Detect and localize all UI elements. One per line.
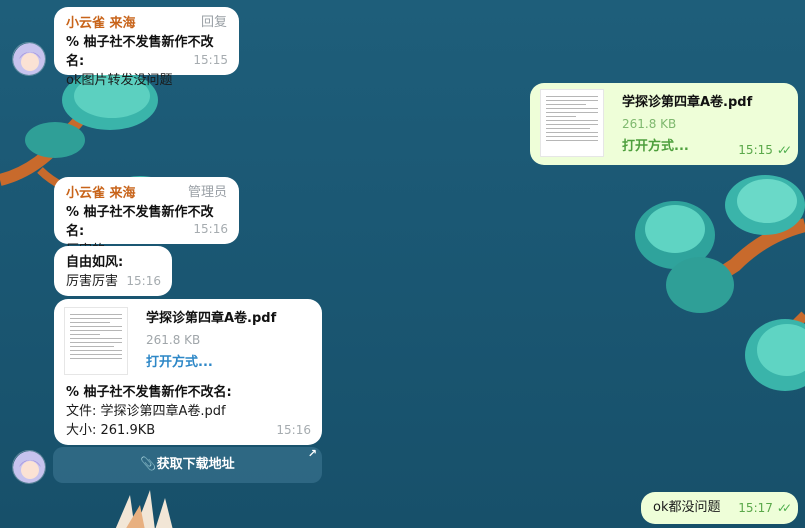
message-text: ok图片转发没问题 (66, 73, 173, 88)
message-bubble[interactable]: 小云雀 来海 回复 % 柚子社不发售新作不改名: ok图片转发没问题 15:15 (54, 7, 239, 88)
read-check-icon: ✓✓ (776, 501, 792, 515)
paperclip-icon: 📎 (140, 457, 157, 472)
pdf-thumbnail[interactable] (64, 307, 128, 375)
file-info-line: 大小: 261.9KB (66, 423, 156, 438)
outgoing-file-bubble[interactable]: 学探诊第四章A卷.pdf 261.8 KB 打开方式... 15:15 ✓✓ (530, 83, 798, 165)
button-label: 获取下载地址 (156, 457, 235, 472)
open-with-link[interactable]: 打开方式... (622, 137, 752, 156)
lotus-decoration (115, 490, 173, 528)
external-link-icon: ↗ (307, 447, 317, 460)
quoted-sender: 自由如风: (66, 255, 124, 270)
message-time-wrap: 15:17 ✓✓ (738, 499, 792, 518)
message-time: 15:16 (126, 274, 161, 288)
pdf-thumbnail[interactable] (540, 89, 604, 157)
open-with-link[interactable]: 打开方式... (146, 353, 276, 372)
message-time: 15:16 (193, 222, 228, 236)
message-time: 15:15 (738, 143, 773, 157)
message-time: 15:15 (193, 53, 228, 67)
message-time: 15:17 (738, 501, 773, 515)
message-bubble[interactable]: 小云雀 来海 管理员 % 柚子社不发售新作不改名: 厉害的 15:16 (54, 177, 239, 258)
file-name[interactable]: 学探诊第四章A卷.pdf (622, 93, 752, 112)
pine-tree-right-decoration (635, 175, 805, 391)
message-time: 15:16 (276, 423, 311, 437)
file-info-line: 文件: 学探诊第四章A卷.pdf (66, 404, 226, 419)
file-size: 261.8 KB (146, 333, 201, 347)
file-size: 261.8 KB (622, 117, 677, 131)
message-bubble[interactable]: 自由如风: 厉害厉害 15:16 (54, 246, 172, 296)
message-time-wrap: 15:15 ✓✓ (738, 141, 792, 160)
reply-label[interactable]: 回复 (201, 13, 227, 32)
admin-badge: 管理员 (187, 185, 227, 200)
file-message-bubble[interactable]: 学探诊第四章A卷.pdf 261.8 KB 打开方式... % 柚子社不发售新作… (54, 299, 322, 445)
avatar[interactable] (12, 450, 46, 484)
get-download-link-button[interactable]: 📎获取下载地址 ↗ (53, 447, 322, 483)
read-check-icon: ✓✓ (776, 143, 792, 157)
avatar[interactable] (12, 42, 46, 76)
quoted-sender: % 柚子社不发售新作不改名: (66, 385, 232, 400)
file-name[interactable]: 学探诊第四章A卷.pdf (146, 309, 276, 328)
outgoing-message-bubble[interactable]: ok都没问题 15:17 ✓✓ (641, 492, 798, 524)
